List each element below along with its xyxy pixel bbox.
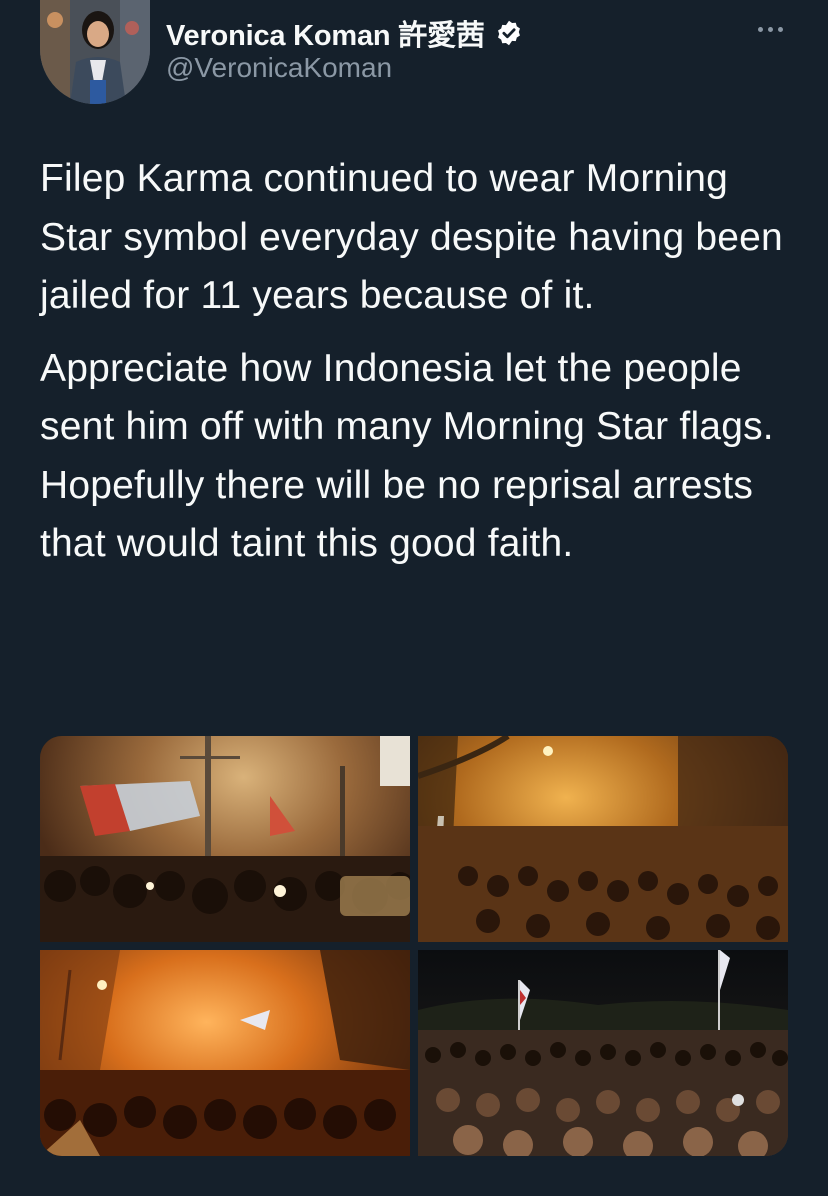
media-grid — [40, 736, 788, 1156]
photo-crowd-road — [418, 736, 788, 942]
author-handle[interactable]: @VeronicaKoman — [166, 52, 392, 84]
dot — [757, 26, 763, 32]
author-name-row[interactable]: Veronica Koman 許愛茜 — [166, 12, 523, 54]
avatar[interactable] — [40, 0, 150, 104]
dot — [767, 26, 773, 32]
photo-seated-crowd — [418, 950, 788, 1156]
dot — [777, 26, 783, 32]
tweet-paragraph-2: Appreciate how Indonesia let the people … — [40, 346, 774, 566]
photo-2[interactable] — [418, 736, 788, 942]
avatar-image — [40, 0, 150, 104]
photo-crowd-flags — [40, 736, 410, 942]
photo-1[interactable] — [40, 736, 410, 942]
photo-4[interactable] — [418, 950, 788, 1156]
photo-3[interactable] — [40, 950, 410, 1156]
verified-badge-icon — [495, 19, 523, 47]
tweet-paragraph-1: Filep Karma continued to wear Morning St… — [40, 157, 783, 317]
photo-crowd-smoke — [40, 950, 410, 1156]
tweet-text: Filep Karma continued to wear Morning St… — [40, 150, 800, 588]
display-name[interactable]: Veronica Koman 許愛茜 — [166, 12, 485, 54]
more-horizontal-icon[interactable] — [750, 14, 790, 44]
